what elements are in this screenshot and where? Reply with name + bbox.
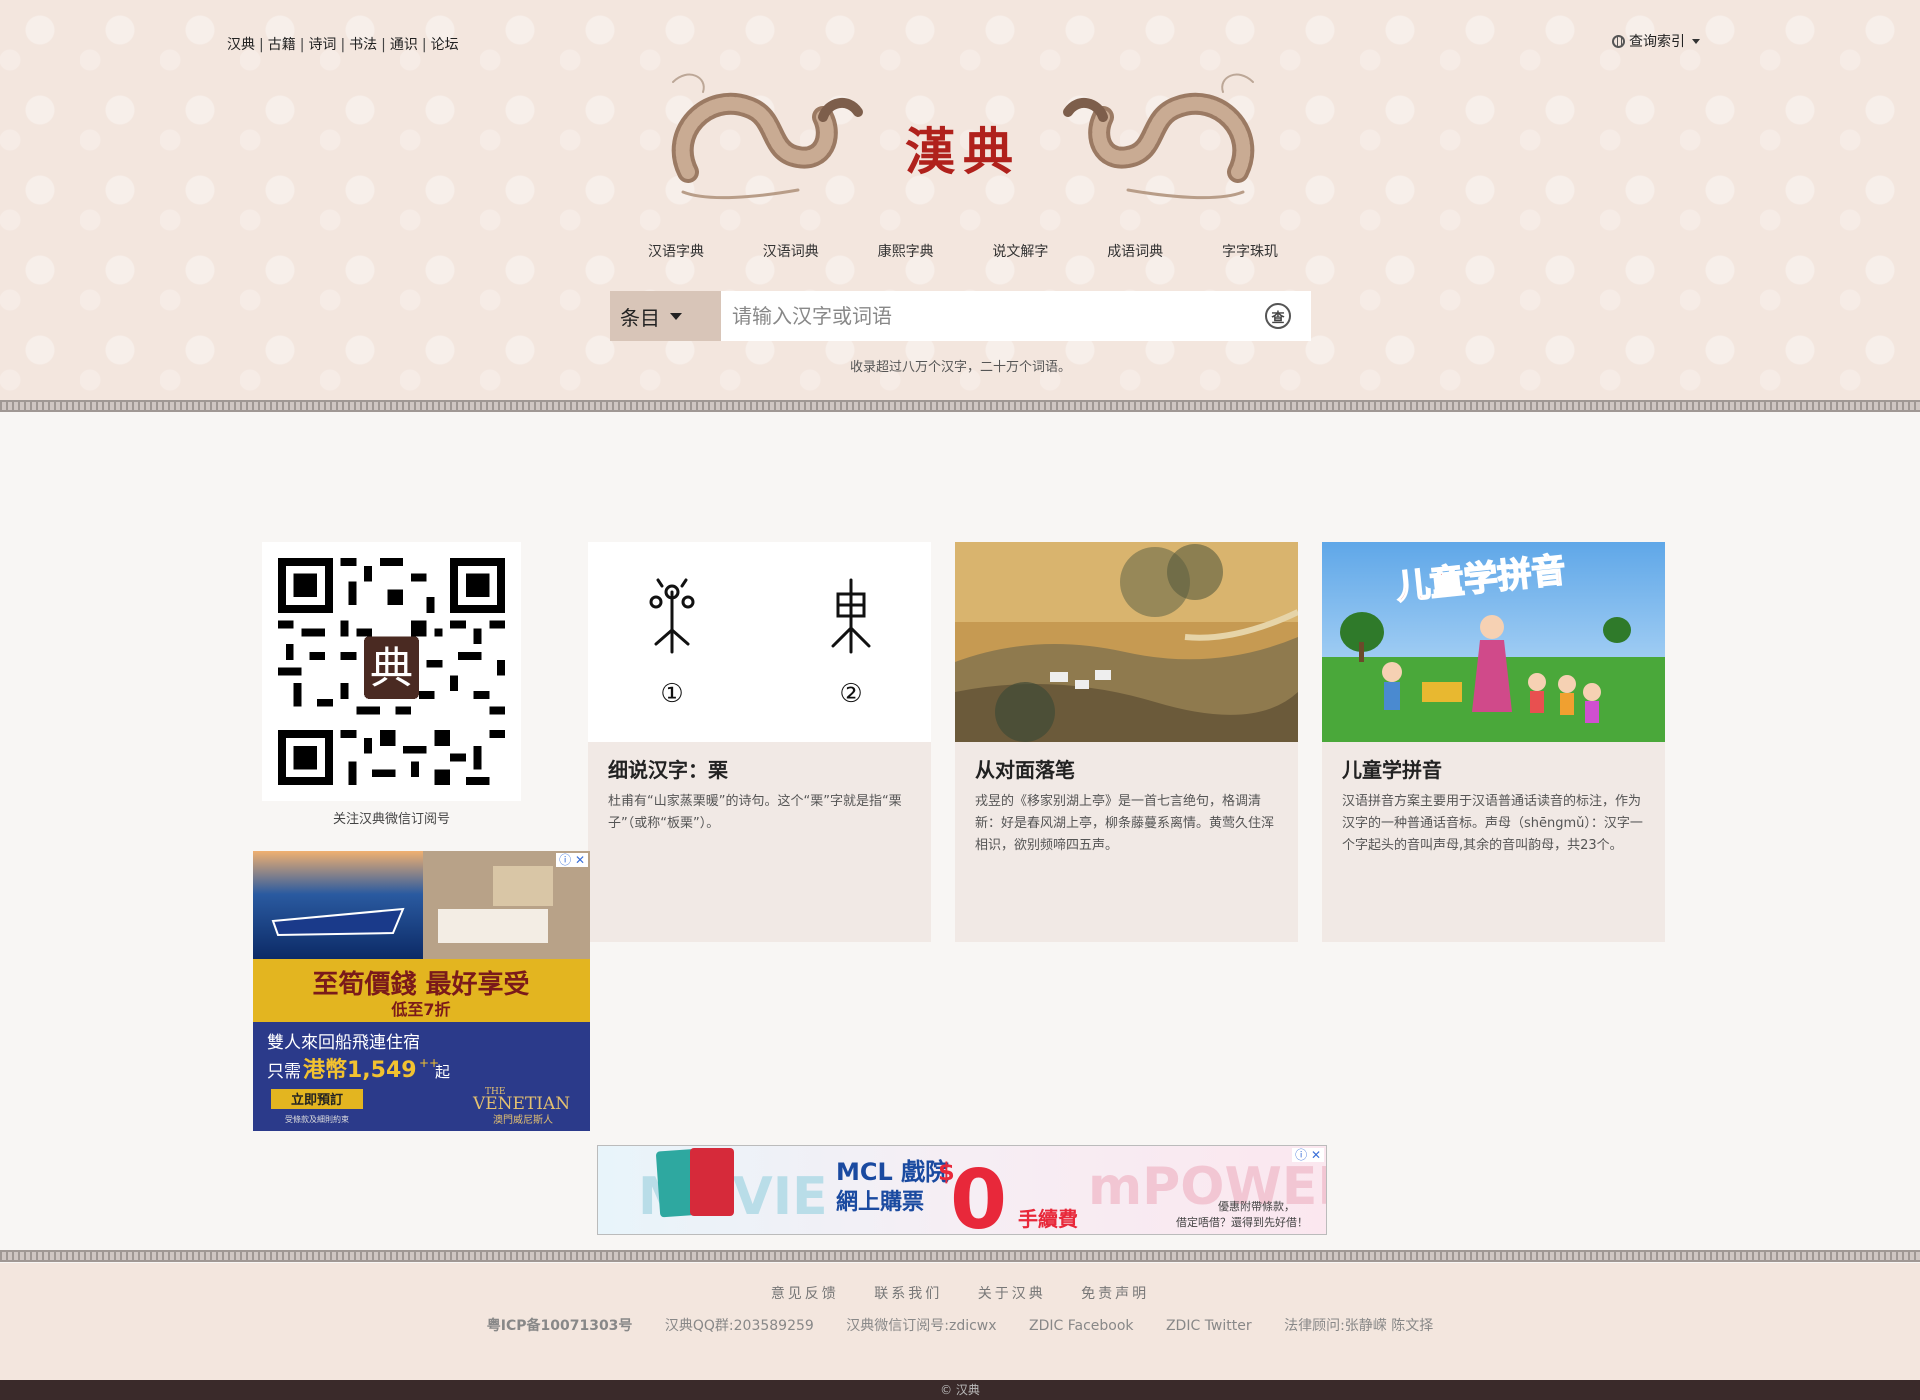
article-card-poem[interactable]: 从对面落笔 戎昱的《移家别湖上亭》是一首七言绝句，格调清新：好是春风湖上亭，柳条…: [955, 542, 1298, 942]
chevron-down-icon: [1692, 38, 1700, 44]
card-thumbnail: [955, 542, 1298, 742]
chevron-down-icon: [670, 312, 682, 320]
top-links: 汉典 | 古籍 | 诗词 | 书法 | 通识 | 论坛: [227, 34, 459, 54]
copyright-bar: © 汉典: [0, 1380, 1920, 1400]
landscape-painting-image: [955, 542, 1298, 742]
ad-mcl-fee: 手續費: [1018, 1207, 1078, 1231]
ad-mcl-line2: 網上購票: [836, 1189, 924, 1215]
toplink-luntan[interactable]: 论坛: [431, 37, 459, 53]
page-footer: 意见反馈 联系我们 关于汉典 免责声明 粤ICP备10071303号 汉典QQ群…: [0, 1263, 1920, 1383]
qr-code-graphic: 典: [278, 558, 505, 785]
decorative-border-bottom: [0, 1250, 1920, 1262]
ad-mcl-graphic: MOVIE mPOWER MCL 戲院 網上購票 $ 0 手續費 優惠附帶條款，…: [598, 1146, 1326, 1235]
footer-info: 粤ICP备10071303号 汉典QQ群:203589259 汉典微信订阅号:z…: [0, 1315, 1920, 1335]
logo-title: 漢典: [905, 122, 1021, 181]
search-category-dropdown[interactable]: 条目: [610, 291, 721, 341]
card-title: 从对面落笔: [975, 758, 1075, 782]
footer-qq-group: 汉典QQ群:203589259: [664, 1318, 814, 1334]
nav-shuowen-jiezi[interactable]: 说文解字: [992, 241, 1048, 261]
search-button[interactable]: 查: [1265, 303, 1291, 329]
wechat-qr-code: 典: [262, 542, 521, 801]
glyph-mark-2: ②: [839, 679, 862, 709]
qr-center-glyph: 典: [370, 644, 413, 694]
search-input[interactable]: [732, 304, 1252, 328]
footer-wechat: 汉典微信订阅号:zdicwx: [846, 1318, 997, 1334]
search-box: 查: [721, 291, 1311, 341]
kids-pinyin-cartoon-image: 儿童学拼音: [1322, 542, 1665, 742]
separator: |: [381, 37, 386, 53]
glyph-mark-1: ①: [660, 679, 683, 709]
ad-mcl-brand: MCL 戲院: [836, 1158, 949, 1186]
toplink-shufa[interactable]: 书法: [349, 37, 377, 53]
search-icon: 查: [1271, 310, 1285, 326]
footer-link-disclaimer[interactable]: 免责声明: [1081, 1286, 1149, 1302]
query-index-dropdown[interactable]: 查询索引: [1612, 31, 1700, 51]
ad-line1: 雙人來回船飛連住宿: [267, 1033, 420, 1053]
toplink-shici[interactable]: 诗词: [308, 37, 336, 53]
search-bar: 条目 查: [610, 291, 1311, 341]
ad-close-icon[interactable]: ⓘ ✕: [1292, 1148, 1324, 1162]
card-text: 杜甫有“山家蒸栗暖”的诗句。这个“栗”字就是指“栗子”（或称“板栗”）。: [608, 794, 902, 831]
ad-venetian[interactable]: 至筍價錢 最好享受 低至7折 雙人來回船飛連住宿 只需 港幣1,549 ++ 起…: [253, 851, 590, 1131]
separator: |: [340, 37, 346, 53]
globe-icon: [1612, 34, 1625, 48]
article-card-li[interactable]: ① ② 细说汉字：栗 杜甫有“山家蒸栗暖”的诗句。这个“栗”字就是指“栗子”（或…: [588, 542, 931, 942]
search-note: 收录超过八万个汉字，二十万个词语。: [849, 360, 1071, 375]
ad-brand-cn: 澳門威尼斯人: [493, 1113, 553, 1126]
ad-mcl-amount: 0: [950, 1153, 1007, 1235]
ad-mcl[interactable]: MOVIE mPOWER MCL 戲院 網上購票 $ 0 手續費 優惠附帶條款，…: [597, 1145, 1327, 1235]
card-text: 汉语拼音方案主要用于汉语普通话读音的标注，作为汉字的一种普通话音标。声母（shē…: [1342, 794, 1643, 853]
ad-subline: 低至7折: [390, 1000, 450, 1019]
toplink-tongshi[interactable]: 通识: [390, 37, 418, 53]
ad-mcl-note2: 借定唔借？還得到先好借！: [1176, 1215, 1308, 1229]
query-index-label: 查询索引: [1629, 34, 1685, 50]
ad-headline: 至筍價錢 最好享受: [312, 969, 529, 1000]
separator: |: [299, 37, 305, 53]
ad-brand: VENETIAN: [472, 1094, 570, 1114]
card-thumbnail: ① ②: [588, 542, 931, 742]
footer-link-contact[interactable]: 联系我们: [874, 1286, 942, 1302]
qr-caption: 关注汉典微信订阅号: [332, 812, 450, 827]
ad-close-icon[interactable]: ⓘ ✕: [556, 853, 588, 867]
nav-zizi-zhuji[interactable]: 字字珠玑: [1222, 241, 1278, 261]
ancient-glyph-illustration: ① ②: [649, 578, 871, 709]
page-header: 汉典 | 古籍 | 诗词 | 书法 | 通识 | 论坛 查询索引 漢典 汉语字典…: [0, 0, 1920, 400]
nav-hanyu-zidian[interactable]: 汉语字典: [648, 241, 704, 261]
card-thumbnail: 儿童学拼音: [1322, 542, 1665, 742]
main-nav: 汉语字典 汉语词典 康熙字典 说文解字 成语词典 字字珠玑: [648, 241, 1278, 261]
card-title: 细说汉字：栗: [608, 758, 728, 782]
nav-kangxi-zidian[interactable]: 康熙字典: [878, 241, 934, 261]
separator: |: [421, 37, 427, 53]
ad-venetian-graphic: 至筍價錢 最好享受 低至7折 雙人來回船飛連住宿 只需 港幣1,549 ++ 起…: [253, 851, 590, 1131]
article-card-pinyin[interactable]: 儿童学拼音 儿童学拼音 汉语拼音方案主要用于汉语普通话读音的标注，作为汉字的一种…: [1322, 542, 1665, 942]
card-title: 儿童学拼音: [1342, 758, 1442, 782]
ad-fineprint: 受條款及細則約束: [285, 1114, 349, 1124]
ad-line2-prefix: 只需: [267, 1062, 301, 1082]
nav-chengyu-cidian[interactable]: 成语词典: [1107, 241, 1163, 261]
footer-facebook-link[interactable]: ZDIC Facebook: [1029, 1318, 1134, 1334]
separator: |: [259, 37, 264, 53]
footer-twitter-link[interactable]: ZDIC Twitter: [1166, 1318, 1252, 1334]
footer-link-about[interactable]: 关于汉典: [978, 1286, 1046, 1302]
site-logo[interactable]: 漢典: [648, 62, 1278, 212]
decorative-border-top: [0, 400, 1920, 412]
ad-line2-suffix: 起: [435, 1063, 450, 1081]
nav-hanyu-cidian[interactable]: 汉语词典: [763, 241, 819, 261]
toplink-handian[interactable]: 汉典: [227, 37, 255, 53]
ad-book-button: 立即預訂: [291, 1092, 343, 1108]
search-category-label: 条目: [620, 305, 660, 330]
icp-number[interactable]: 粤ICP备10071303号: [487, 1318, 633, 1334]
footer-link-feedback[interactable]: 意见反馈: [771, 1286, 839, 1302]
ad-price: 港幣1,549: [303, 1057, 417, 1083]
footer-legal-advisor: 法律顾问:张静嵘 陈文择: [1284, 1318, 1434, 1334]
card-text: 戎昱的《移家别湖上亭》是一首七言绝句，格调清新：好是春风湖上亭，柳条藤蔓系离情。…: [975, 794, 1275, 853]
toplink-guji[interactable]: 古籍: [268, 37, 296, 53]
footer-links: 意见反馈 联系我们 关于汉典 免责声明: [0, 1283, 1920, 1303]
ad-mcl-note1: 優惠附帶條款，: [1218, 1199, 1295, 1213]
